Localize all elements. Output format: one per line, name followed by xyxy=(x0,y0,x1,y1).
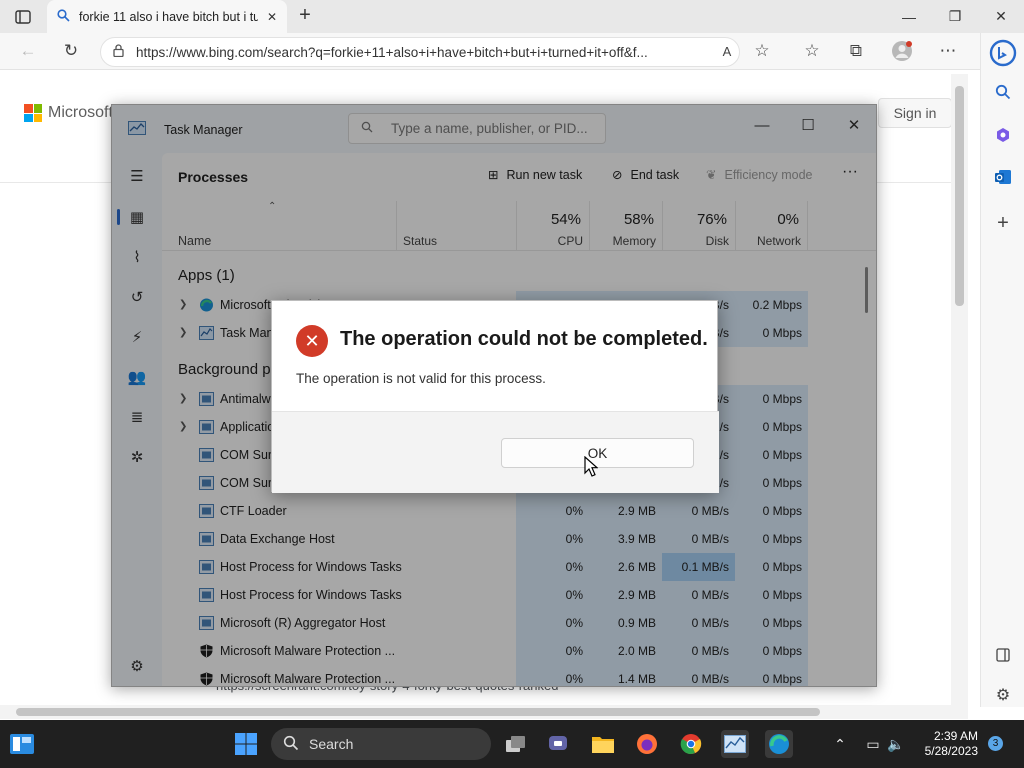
lock-icon xyxy=(113,44,124,60)
more-icon[interactable]: ⋯ xyxy=(935,38,961,64)
sign-in-button[interactable]: Sign in xyxy=(878,98,952,128)
teams-chat-icon[interactable] xyxy=(545,730,573,758)
outlook-icon[interactable] xyxy=(991,165,1015,189)
tab-title: forkie 11 also i have bitch but i turned… xyxy=(79,9,258,24)
dialog-message: The operation is not valid for this proc… xyxy=(296,371,546,386)
close-button[interactable]: ✕ xyxy=(978,0,1024,33)
taskbar-search-label: Search xyxy=(309,736,354,752)
dialog-title: The operation could not be completed. xyxy=(340,328,708,350)
start-windows-icon[interactable] xyxy=(232,730,260,758)
collections-icon[interactable]: ⧉ xyxy=(843,38,869,64)
search-icon xyxy=(57,8,70,25)
horizontal-scroll-thumb[interactable] xyxy=(16,708,820,716)
microsoft-logo[interactable]: Microsoft xyxy=(24,104,113,122)
vertical-scroll-thumb[interactable] xyxy=(955,86,964,306)
gear-icon[interactable]: ⚙ xyxy=(991,683,1015,707)
error-dialog: ✕ The operation could not be completed. … xyxy=(271,300,719,493)
taskbar: Search ⌃ ▭ 🔈 2:39 AM 5/28/2023 3 xyxy=(0,720,1024,768)
minimize-button[interactable]: — xyxy=(886,0,932,33)
date: 5/28/2023 xyxy=(924,744,978,758)
bing-copilot-icon[interactable] xyxy=(988,38,1018,68)
windows-logo-icon xyxy=(24,104,42,122)
tab-close-icon[interactable]: ✕ xyxy=(267,10,277,24)
browser-tab-bar: forkie 11 also i have bitch but i turned… xyxy=(0,0,1024,33)
edge-taskbar-icon[interactable] xyxy=(765,730,793,758)
edge-sidebar: + ⚙ xyxy=(980,33,1024,707)
chrome-icon[interactable] xyxy=(677,730,705,758)
task-manager-taskbar-icon[interactable] xyxy=(721,730,749,758)
volume-icon[interactable]: 🔈 xyxy=(882,730,910,758)
new-tab-button[interactable]: + xyxy=(294,5,316,27)
task-view-icon[interactable] xyxy=(502,730,530,758)
browser-tab[interactable]: forkie 11 also i have bitch but i turned… xyxy=(47,0,287,33)
sidebar-toggle-icon[interactable] xyxy=(991,643,1015,667)
refresh-icon[interactable]: ↻ xyxy=(58,38,84,64)
dialog-footer: OK xyxy=(272,411,719,493)
error-icon: ✕ xyxy=(296,325,328,357)
address-bar-row: https://www.bing.com/search?q=forkie+11+… xyxy=(0,33,1024,70)
add-sidebar-icon[interactable]: + xyxy=(991,211,1015,235)
tab-actions-icon[interactable] xyxy=(8,6,38,28)
back-icon[interactable]: ← xyxy=(15,38,41,64)
widgets-icon[interactable] xyxy=(8,730,36,758)
clock[interactable]: 2:39 AM 5/28/2023 xyxy=(918,729,978,759)
brand-text: Microsoft xyxy=(48,104,113,121)
mouse-cursor-icon xyxy=(584,456,598,477)
taskbar-search[interactable]: Search xyxy=(271,728,491,760)
restore-button[interactable]: ❐ xyxy=(932,0,978,33)
favorite-add-icon[interactable]: ☆ xyxy=(749,38,775,64)
file-explorer-icon[interactable] xyxy=(589,730,617,758)
profile-avatar[interactable] xyxy=(889,38,915,64)
url-field[interactable]: https://www.bing.com/search?q=forkie+11+… xyxy=(100,37,740,67)
favorites-icon[interactable]: ☆ xyxy=(799,38,825,64)
notification-badge[interactable]: 3 xyxy=(988,736,1003,751)
chevron-up-icon[interactable]: ⌃ xyxy=(826,730,854,758)
time: 2:39 AM xyxy=(933,729,978,743)
url-text: https://www.bing.com/search?q=forkie+11+… xyxy=(136,44,648,60)
search-icon xyxy=(283,735,299,754)
dialog-body: ✕ The operation could not be completed. … xyxy=(272,301,719,411)
read-aloud-icon[interactable]: A xyxy=(714,38,740,64)
shopping-icon[interactable] xyxy=(991,123,1015,147)
search-icon[interactable] xyxy=(991,80,1015,104)
firefox-icon[interactable] xyxy=(633,730,661,758)
